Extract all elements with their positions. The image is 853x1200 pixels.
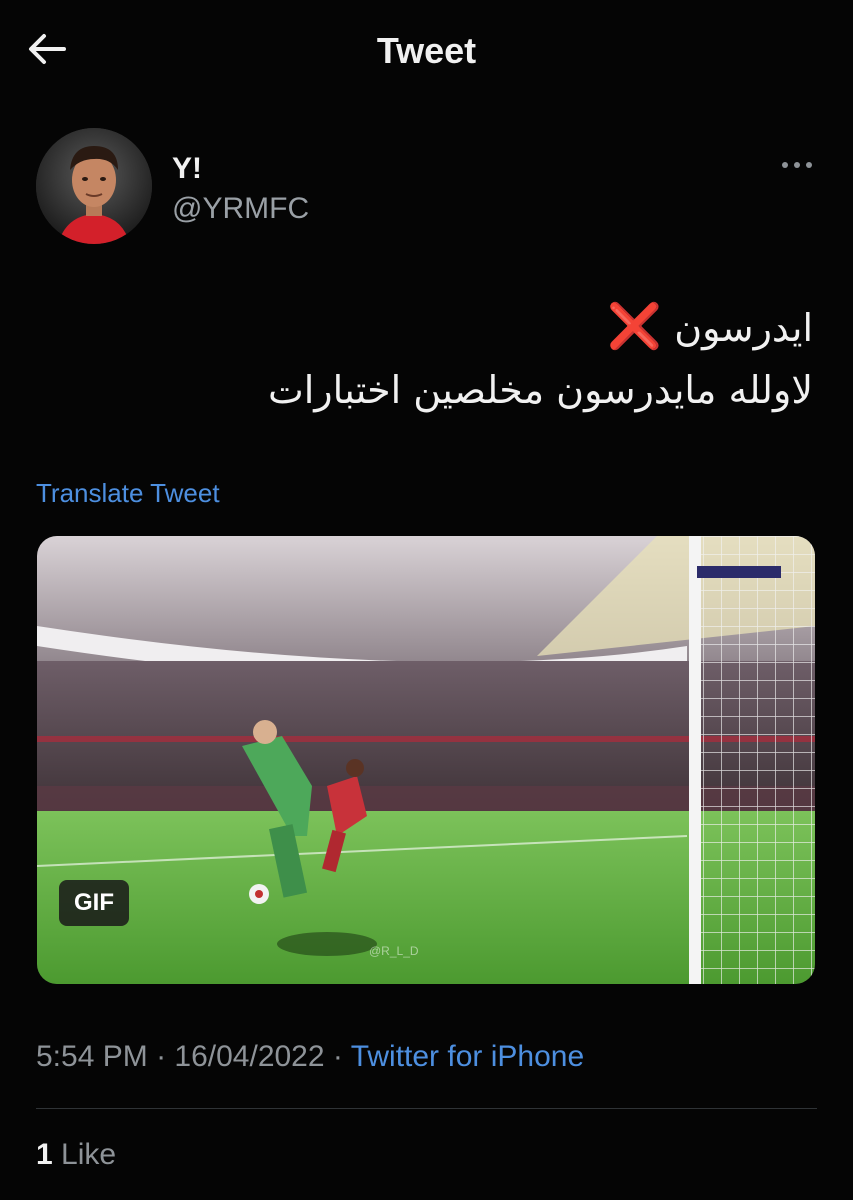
meta-separator: ·: [147, 1040, 175, 1073]
tweet-time: 5:54 PM: [36, 1040, 148, 1073]
tweet-text: ايدرسون ❌ لاولله مايدرسون مخلصين اختبارا…: [53, 296, 813, 421]
top-bar: Tweet: [0, 0, 853, 100]
author-handle[interactable]: @YRMFC: [172, 192, 309, 226]
tweet-line-1: ايدرسون ❌: [53, 296, 813, 359]
tweet-line-1-text: ايدرسون: [674, 306, 813, 350]
page-title: Tweet: [376, 30, 477, 71]
more-options-icon[interactable]: [772, 150, 822, 180]
tweet-date: 16/04/2022: [174, 1040, 325, 1073]
avatar-image: [36, 128, 152, 244]
likes-count: 1: [36, 1138, 53, 1171]
tweet-line-2: لاولله مايدرسون مخلصين اختبارات: [267, 368, 813, 412]
translate-tweet-link[interactable]: Translate Tweet: [36, 478, 220, 509]
author-name[interactable]: Y!: [172, 152, 202, 186]
tweet-meta: 5:54 PM · 16/04/2022 · Twitter for iPhon…: [36, 1040, 584, 1074]
likes-stat[interactable]: 1 Like: [36, 1138, 116, 1172]
tweet-source-link[interactable]: Twitter for iPhone: [351, 1040, 584, 1073]
gif-media[interactable]: GIF @R_L_D: [37, 536, 815, 984]
stadium-gif-frame: [37, 536, 815, 984]
cross-mark-icon: ❌: [607, 301, 663, 352]
avatar[interactable]: [36, 128, 152, 244]
likes-label: Like: [61, 1138, 117, 1171]
meta-separator: ·: [324, 1040, 351, 1073]
divider: [36, 1108, 817, 1109]
video-watermark: @R_L_D: [369, 944, 419, 958]
gif-badge: GIF: [59, 880, 129, 926]
